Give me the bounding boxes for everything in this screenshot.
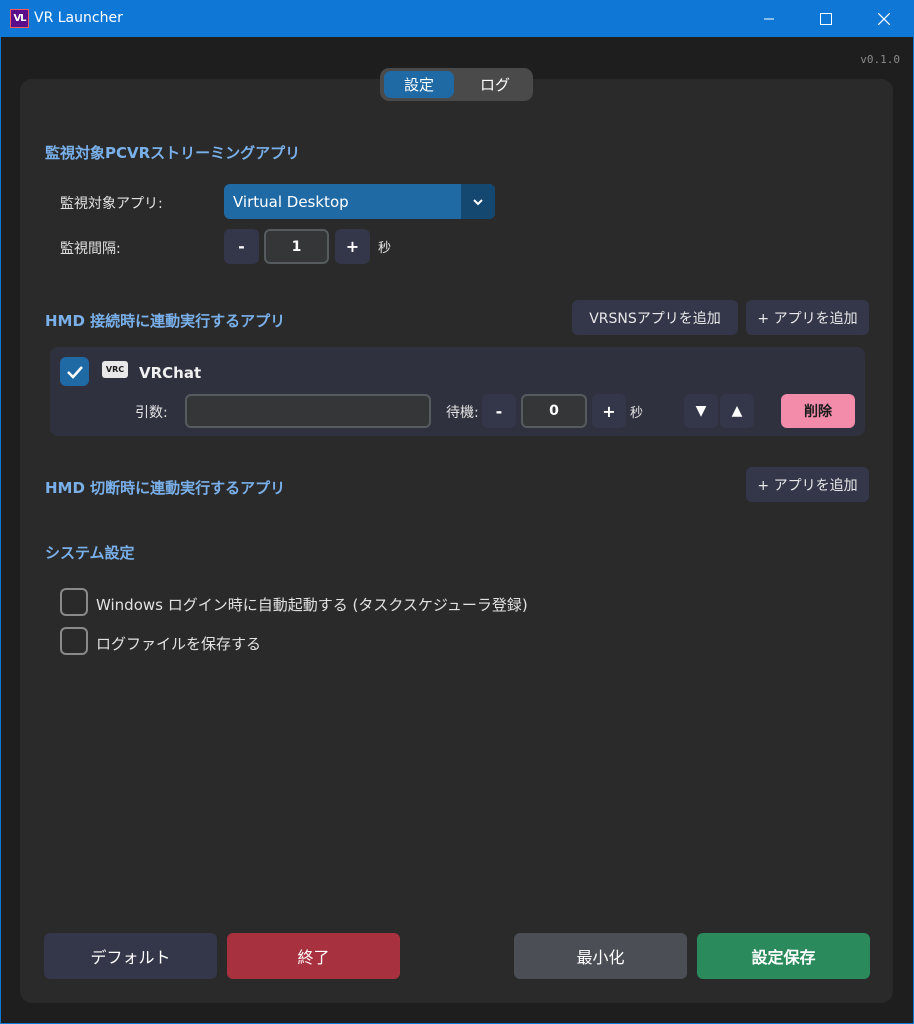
title-bar[interactable]: VL VR Launcher (0, 0, 914, 37)
interval-input[interactable]: 1 (264, 229, 329, 264)
minimize-icon (764, 18, 774, 19)
monitor-app-label: 監視対象アプリ: (60, 196, 163, 212)
add-connect-app-button[interactable]: + アプリを追加 (746, 300, 869, 335)
move-up-button[interactable]: ▲ (720, 394, 754, 428)
disconnect-section-title: HMD 切断時に連動実行するアプリ (45, 479, 286, 497)
version-label: v0.1.0 (860, 53, 900, 66)
vrchat-icon: VRC (102, 361, 128, 378)
close-window-button[interactable] (861, 0, 907, 37)
exit-button[interactable]: 終了 (227, 933, 400, 979)
default-button[interactable]: デフォルト (44, 933, 217, 979)
wait-increment-button[interactable]: + (592, 394, 626, 428)
delete-app-button[interactable]: 削除 (781, 394, 855, 428)
interval-increment-button[interactable]: + (335, 229, 370, 264)
wait-unit: 秒 (630, 406, 644, 421)
add-vrsns-app-button[interactable]: VRSNSアプリを追加 (572, 300, 738, 335)
interval-unit: 秒 (378, 241, 392, 256)
autostart-checkbox[interactable] (60, 588, 88, 616)
wait-input[interactable]: 0 (521, 394, 587, 428)
save-settings-button[interactable]: 設定保存 (697, 933, 870, 979)
move-down-button[interactable]: ▼ (684, 394, 718, 428)
checkmark-icon (66, 365, 83, 379)
connect-section-title: HMD 接続時に連動実行するアプリ (45, 312, 286, 330)
wait-label: 待機: (446, 405, 479, 421)
maximize-window-button[interactable] (803, 0, 849, 37)
tab-switcher: 設定 ログ (380, 68, 533, 101)
app-enabled-checkbox[interactable] (60, 357, 89, 386)
minimize-window-button[interactable] (746, 0, 792, 37)
monitor-app-select[interactable]: Virtual Desktop (224, 184, 495, 219)
app-logo: VL (10, 9, 29, 28)
save-log-checkbox[interactable] (60, 627, 88, 655)
minimize-app-button[interactable]: 最小化 (514, 933, 687, 979)
args-input[interactable] (185, 394, 431, 428)
save-log-label: ログファイルを保存する (96, 635, 262, 653)
wait-decrement-button[interactable]: - (482, 394, 516, 428)
window-title: VR Launcher (34, 10, 123, 26)
maximize-icon (820, 12, 832, 25)
monitor-section-title: 監視対象PCVRストリーミングアプリ (45, 144, 301, 162)
args-label: 引数: (135, 405, 168, 421)
add-disconnect-app-button[interactable]: + アプリを追加 (746, 467, 869, 502)
system-section-title: システム設定 (45, 544, 135, 562)
autostart-label: Windows ログイン時に自動起動する (タスクスケジューラ登録) (96, 596, 528, 614)
dropdown-button[interactable] (461, 184, 495, 219)
monitor-app-value: Virtual Desktop (233, 193, 349, 211)
interval-label: 監視間隔: (60, 241, 121, 257)
chevron-down-icon (473, 198, 483, 205)
close-icon (878, 12, 890, 25)
interval-decrement-button[interactable]: - (224, 229, 259, 264)
tab-log[interactable]: ログ (460, 71, 530, 98)
app-name: VRChat (139, 364, 202, 382)
tab-settings[interactable]: 設定 (384, 71, 454, 98)
